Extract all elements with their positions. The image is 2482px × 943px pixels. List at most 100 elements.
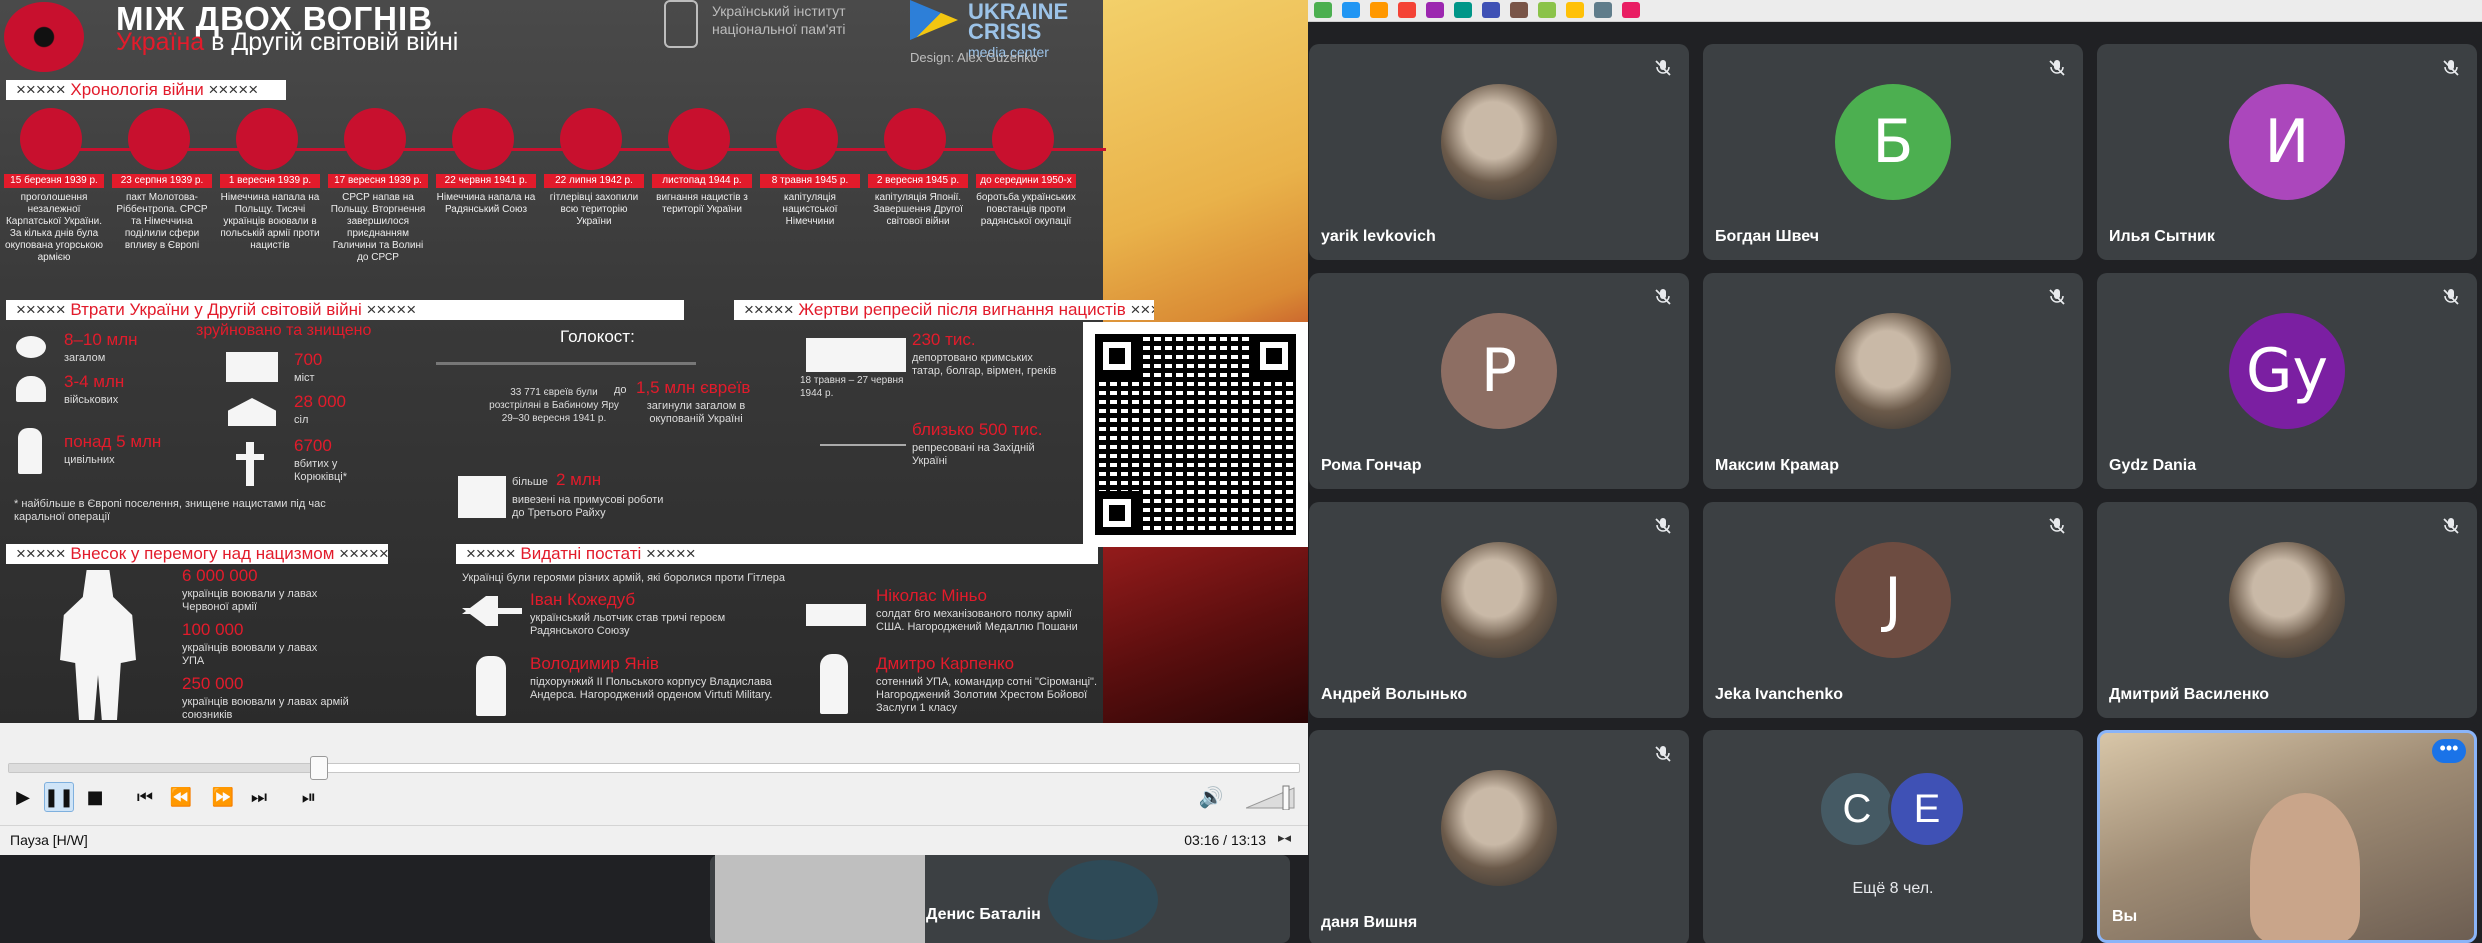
stop-button[interactable]: ■ <box>80 782 110 812</box>
deported-date: 18 травня – 27 червня 1944 р. <box>800 375 904 399</box>
timeline-event-icon <box>236 108 298 170</box>
participant-tile[interactable]: Андрей Волынько <box>1309 502 1689 718</box>
pause-button[interactable]: ❚❚ <box>44 782 74 812</box>
participant-name: Дмитрий Василенко <box>2109 686 2270 703</box>
destroyed-label: зруйновано та знищено <box>196 322 372 339</box>
figure-2-name: Володимир Янів <box>530 654 659 673</box>
stars: ××××× <box>16 300 66 319</box>
participant-tile[interactable]: И Илья Сытник <box>2097 44 2477 260</box>
self-video <box>2250 793 2360 940</box>
villages-value: 28 000 <box>294 392 346 411</box>
previous-button[interactable]: ⏮ <box>130 782 160 812</box>
resize-icon[interactable]: ▸◂ <box>1278 830 1300 848</box>
toolbar-app-icon[interactable] <box>1594 2 1612 18</box>
toolbar-app-icon[interactable] <box>1314 2 1332 18</box>
toolbar-app-icon[interactable] <box>1426 2 1444 18</box>
participant-name: Максим Крамар <box>1715 457 1839 474</box>
toolbar-app-icon[interactable] <box>1538 2 1556 18</box>
repressed-label: репресовані на Західній Україні <box>912 442 1035 467</box>
volume-handle[interactable] <box>1282 785 1290 810</box>
figure-1-name: Іван Кожедуб <box>530 590 636 609</box>
timeline-date: 17 вересня 1939 р. <box>328 174 428 188</box>
avatar: Р <box>1441 313 1557 429</box>
self-video-tile[interactable]: ••• Вы <box>2097 730 2477 943</box>
figure-3-name: Ніколас Міньо <box>876 586 987 605</box>
section-title: Жертви репресій після вигнання нацистів <box>798 300 1126 319</box>
avatar <box>1048 860 1158 940</box>
play-button[interactable]: ▶ <box>8 782 38 812</box>
timeline-text: боротьба українських повстанців проти ра… <box>976 192 1076 227</box>
section-contribution: ××××× Внесок у перемогу над нацизмом ×××… <box>6 544 388 564</box>
participant-name: Рома Гончар <box>1321 457 1422 474</box>
mic-off-icon <box>1655 289 1671 305</box>
seek-handle[interactable] <box>309 756 328 780</box>
timeline-event-icon <box>668 108 730 170</box>
more-options-icon[interactable]: ••• <box>2432 739 2466 763</box>
mic-off-icon <box>2443 289 2459 305</box>
screen: yarik levkovich Б Богдан Швеч И Илья Сытник Р… <box>0 0 2482 943</box>
participant-tile[interactable]: Р Рома Гончар <box>1309 273 1689 489</box>
city-icon <box>226 352 278 382</box>
timeline-item: 15 березня 1939 р. проголошення незалежно… <box>4 108 104 264</box>
timeline-date: 1 вересня 1939 р. <box>220 174 320 188</box>
participant-name: Gydz Dania <box>2109 457 2197 474</box>
more-participants-tile[interactable]: С Е Ещё 8 чел. <box>1703 730 2083 943</box>
stars: ××××× <box>208 80 259 99</box>
avatar <box>2229 542 2345 658</box>
timeline-date: 22 червня 1941 р. <box>436 174 536 188</box>
timeline-item: 23 серпня 1939 р. пакт Молотова-Ріббентро… <box>112 108 212 252</box>
toolbar-app-icon[interactable] <box>1482 2 1500 18</box>
qr-pattern <box>1095 334 1296 535</box>
avatar <box>1441 542 1557 658</box>
next-button[interactable]: ⏭ <box>244 782 274 812</box>
cities-value: 700 <box>294 350 323 369</box>
barbed-wire-icon <box>820 444 906 446</box>
toolbar-app-icon[interactable] <box>1622 2 1640 18</box>
timeline-event-icon <box>20 108 82 170</box>
volume-icon[interactable]: 🔊 <box>1196 782 1226 812</box>
participant-tile[interactable]: даня Вишня <box>1309 730 1689 943</box>
timeline-item: 8 травня 1945 р. капітуляція нацистської … <box>760 108 860 228</box>
mic-off-icon <box>2049 518 2065 534</box>
participant-tile[interactable]: J Jeka Ivanchenko <box>1703 502 2083 718</box>
train-icon <box>806 338 906 372</box>
toolbar-app-icon[interactable] <box>1510 2 1528 18</box>
stars: ××××× <box>646 544 696 563</box>
poster-subtitle: Україна в Другій світовій війні <box>116 28 458 57</box>
avatar: J <box>1835 542 1951 658</box>
seek-bar[interactable] <box>8 756 1300 780</box>
rewind-button[interactable]: ⏪ <box>166 782 196 812</box>
stars: ××××× <box>1130 300 1154 319</box>
timeline-date: 15 березня 1939 р. <box>4 174 104 188</box>
participant-tile[interactable]: Gy Gydz Dania <box>2097 273 2477 489</box>
mic-off-icon <box>1655 746 1671 762</box>
toolbar-app-icon[interactable] <box>1566 2 1584 18</box>
qr-finder <box>1095 334 1139 378</box>
toolbar-app-icon[interactable] <box>1342 2 1360 18</box>
seek-progress <box>9 764 319 772</box>
timeline-event-icon <box>128 108 190 170</box>
toolbar-app-icon[interactable] <box>1454 2 1472 18</box>
losses-footnote: * найбільше в Європі поселення, знищене … <box>14 498 326 523</box>
frame-step-button[interactable]: ⏯ <box>294 782 324 812</box>
timeline-text: проголошення незалежної Карпатської Укра… <box>5 192 103 263</box>
participant-tile[interactable]: Дмитрий Василенко <box>2097 502 2477 718</box>
participant-tile[interactable]: Б Богдан Швеч <box>1703 44 2083 260</box>
figure-4-name: Дмитро Карпенко <box>876 654 1015 673</box>
participant-name: Jeka Ivanchenko <box>1715 686 1844 703</box>
playback-time: 03:16 / 13:13 <box>1184 832 1266 848</box>
allies-label: українців воювали у лавах армій союзникі… <box>182 696 349 721</box>
losses-civil-label: цивільних <box>64 454 115 466</box>
volume-slider[interactable] <box>1246 782 1296 810</box>
toolbar-app-icon[interactable] <box>1398 2 1416 18</box>
participant-tile[interactable]: Максим Крамар <box>1703 273 2083 489</box>
forward-button[interactable]: ⏩ <box>208 782 238 812</box>
figure-2-text: підхорунжий II Польського корпусу Владис… <box>530 676 773 701</box>
upa-label: українців воювали у лавах УПА <box>182 642 318 667</box>
timeline-event-icon <box>884 108 946 170</box>
participant-tile[interactable]: yarik levkovich <box>1309 44 1689 260</box>
ukraine-crisis-logo-icon <box>910 0 958 40</box>
toolbar-app-icon[interactable] <box>1370 2 1388 18</box>
helmet-icon <box>16 376 46 402</box>
losses-military-value: 3-4 млн <box>64 372 125 391</box>
